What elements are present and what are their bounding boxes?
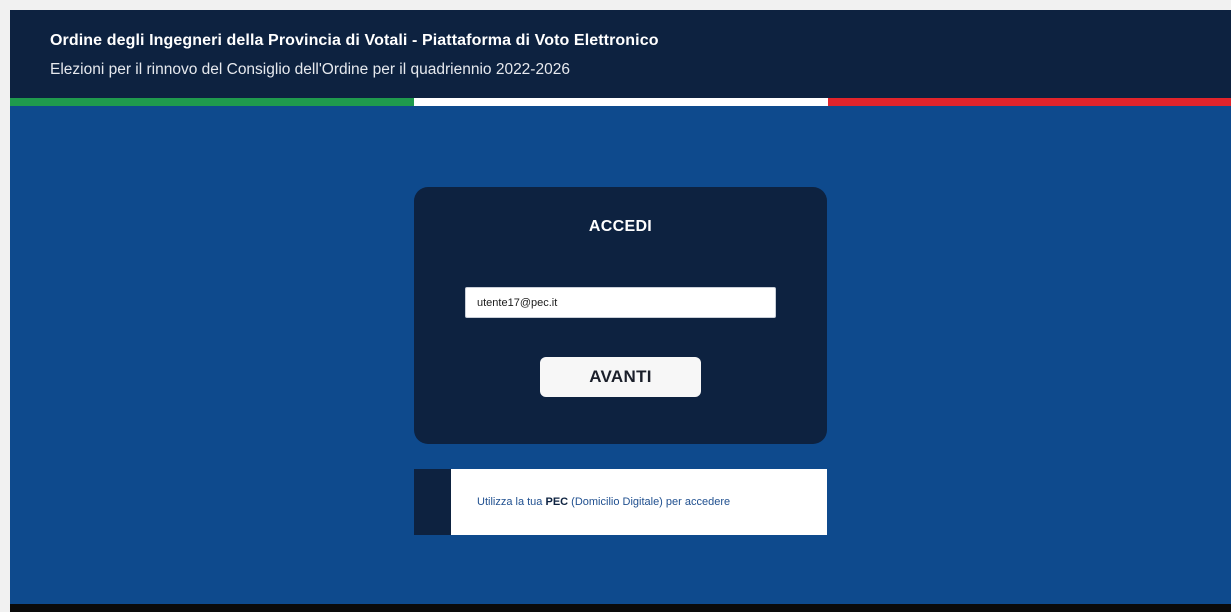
email-input[interactable] [465, 287, 776, 318]
page: Ordine degli Ingegneri della Provincia d… [10, 10, 1231, 612]
flag-red-stripe [828, 98, 1231, 106]
flag-white-stripe [414, 98, 828, 106]
next-button[interactable]: AVANTI [540, 357, 701, 397]
bottom-bar [10, 604, 1231, 612]
italian-flag-stripe [10, 98, 1231, 106]
info-accent-bar [414, 469, 451, 535]
info-box: Utilizza la tua PEC (Domicilio Digitale)… [414, 469, 827, 535]
login-title: ACCEDI [588, 218, 653, 235]
info-message: Utilizza la tua PEC (Domicilio Digitale)… [477, 496, 730, 508]
info-text-after: (Domicilio Digitale) per accedere [568, 496, 731, 508]
info-text-before: Utilizza la tua [477, 496, 546, 508]
flag-green-stripe [10, 98, 414, 106]
header-title: Ordine degli Ingegneri della Provincia d… [50, 32, 659, 49]
header-subtitle: Elezioni per il rinnovo del Consiglio de… [50, 61, 570, 78]
info-text-pec: PEC [545, 496, 569, 508]
app-header: Ordine degli Ingegneri della Provincia d… [10, 10, 1231, 98]
login-card: ACCEDI AVANTI [414, 187, 827, 444]
